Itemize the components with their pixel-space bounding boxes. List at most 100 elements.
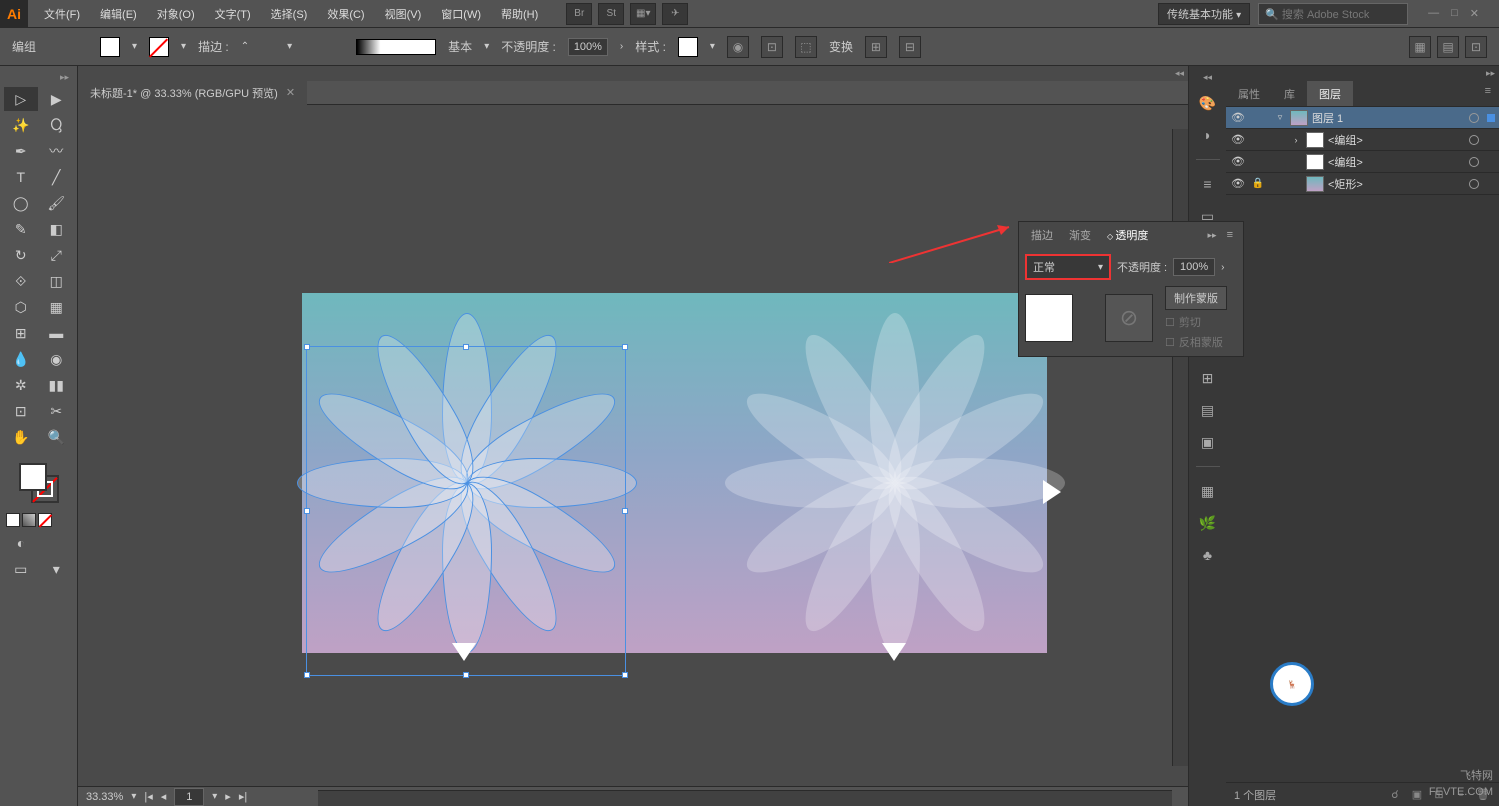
nav-last-icon[interactable]: ▸|: [239, 790, 247, 803]
panel-collapse-icon[interactable]: ▸▸: [1204, 230, 1221, 241]
horizontal-scrollbar[interactable]: [318, 790, 1172, 806]
shaper-tool[interactable]: ✎: [4, 217, 38, 241]
zoom-value[interactable]: 33.33%: [86, 791, 123, 803]
fill-stroke-selector[interactable]: [19, 463, 59, 503]
align-icon[interactable]: ⊡: [761, 36, 783, 58]
style-swatch[interactable]: [678, 37, 698, 57]
scale-tool[interactable]: ⤢: [40, 243, 74, 267]
menu-file[interactable]: 文件(F): [36, 2, 88, 26]
ungroup-icon[interactable]: ⊟: [899, 36, 921, 58]
pathfinder-icon[interactable]: ▣: [1196, 430, 1220, 454]
menu-effect[interactable]: 效果(C): [319, 2, 372, 26]
close-icon[interactable]: ✕: [1470, 7, 1479, 20]
fill-mode-icon[interactable]: [6, 513, 20, 527]
menu-object[interactable]: 对象(O): [149, 2, 203, 26]
mask-icon[interactable]: ▣: [1409, 787, 1425, 803]
curvature-tool[interactable]: 〰: [40, 139, 74, 163]
nav-next-icon[interactable]: ▸: [225, 790, 231, 803]
magic-wand-tool[interactable]: ✨: [4, 113, 38, 137]
transform-panel-icon[interactable]: ▤: [1196, 398, 1220, 422]
recolor-icon[interactable]: ◉: [727, 36, 749, 58]
expand-icon[interactable]: ▿: [1274, 112, 1286, 123]
minimize-icon[interactable]: —: [1428, 7, 1439, 20]
artboard-tool[interactable]: ⊡: [4, 399, 38, 423]
swatches-icon[interactable]: ◗: [1196, 123, 1220, 147]
opacity-preview[interactable]: [1025, 294, 1073, 342]
brushes-panel-icon[interactable]: ▦: [1196, 479, 1220, 503]
bridge-icon[interactable]: Br: [566, 3, 592, 25]
nav-first-icon[interactable]: |◂: [144, 790, 152, 803]
make-mask-button[interactable]: 制作蒙版: [1165, 286, 1227, 310]
draw-mode-icon[interactable]: ◐: [4, 531, 38, 555]
canvas-view[interactable]: [78, 105, 1188, 786]
search-stock[interactable]: 🔍 搜索 Adobe Stock: [1258, 3, 1408, 25]
shape-icon[interactable]: ⬚: [795, 36, 817, 58]
symbols-panel-icon[interactable]: 🌿: [1196, 511, 1220, 535]
perspective-tool[interactable]: ▦: [40, 295, 74, 319]
mesh-tool[interactable]: ⊞: [4, 321, 38, 345]
align-panel-icon[interactable]: ⊞: [1196, 366, 1220, 390]
panel-tab-transparency[interactable]: 透明度: [1099, 223, 1156, 247]
layer-row[interactable]: 👁 ▿ 图层 1: [1226, 107, 1499, 129]
hand-tool[interactable]: ✋: [4, 425, 38, 449]
gradient-mode-icon[interactable]: [22, 513, 36, 527]
rectangle-tool[interactable]: ◯: [4, 191, 38, 215]
layer-name[interactable]: 图层 1: [1312, 110, 1465, 126]
target-icon[interactable]: [1469, 179, 1479, 189]
menu-select[interactable]: 选择(S): [263, 2, 316, 26]
slice-tool[interactable]: ✂: [40, 399, 74, 423]
opacity-dropdown-icon[interactable]: ›: [620, 41, 623, 52]
layer-row[interactable]: 👁›<编组>: [1226, 129, 1499, 151]
grid-icon[interactable]: ▦: [1409, 36, 1431, 58]
free-transform-tool[interactable]: ◫: [40, 269, 74, 293]
color-panel-icon[interactable]: 🎨: [1196, 91, 1220, 115]
direct-selection-tool[interactable]: ▶: [40, 87, 74, 111]
visibility-icon[interactable]: 👁: [1230, 177, 1246, 190]
selection-tool[interactable]: ▷: [4, 87, 38, 111]
layer-name[interactable]: <矩形>: [1328, 176, 1465, 192]
fill-swatch[interactable]: [100, 37, 120, 57]
tab-close-icon[interactable]: ✕: [286, 86, 295, 99]
lasso-tool[interactable]: Ⴓ: [40, 113, 74, 137]
invert-checkbox[interactable]: ☐反相蒙版: [1165, 334, 1227, 350]
layer-row[interactable]: 👁 <编组>: [1226, 151, 1499, 173]
width-tool[interactable]: ⟐: [4, 269, 38, 293]
panel-menu-icon[interactable]: ≡: [1221, 229, 1239, 241]
none-mode-icon[interactable]: [38, 513, 52, 527]
stroke-profile[interactable]: [356, 39, 436, 55]
screen-mode-icon[interactable]: ▭: [4, 557, 38, 581]
mask-preview[interactable]: ⊘: [1105, 294, 1153, 342]
screen-mode-dropdown[interactable]: ▾: [40, 557, 74, 581]
graph-tool[interactable]: ▮▮: [40, 373, 74, 397]
stroke-swatch[interactable]: [149, 37, 169, 57]
visibility-icon[interactable]: 👁: [1230, 111, 1246, 124]
layer-name[interactable]: <编组>: [1328, 154, 1465, 170]
menu-text[interactable]: 文字(T): [207, 2, 259, 26]
isolate-icon[interactable]: ⊞: [865, 36, 887, 58]
visibility-icon[interactable]: 👁: [1230, 133, 1246, 146]
layer-row[interactable]: 👁 🔒 <矩形>: [1226, 173, 1499, 195]
maximize-icon[interactable]: □: [1451, 7, 1458, 20]
list-icon[interactable]: ▤: [1437, 36, 1459, 58]
menu-help[interactable]: 帮助(H): [493, 2, 546, 26]
panel-opacity-input[interactable]: [1173, 258, 1215, 276]
stroke-panel-icon[interactable]: ≡: [1196, 172, 1220, 196]
clip-checkbox[interactable]: ☐剪切: [1165, 314, 1227, 330]
transform-label[interactable]: 变换: [829, 38, 853, 55]
document-tab[interactable]: 未标题-1* @ 33.33% (RGB/GPU 预览) ✕: [78, 81, 307, 105]
menu-window[interactable]: 窗口(W): [433, 2, 489, 26]
expand-icon[interactable]: ›: [1290, 135, 1302, 145]
eyedropper-tool[interactable]: 💧: [4, 347, 38, 371]
menu-view[interactable]: 视图(V): [377, 2, 430, 26]
line-tool[interactable]: ╱: [40, 165, 74, 189]
blend-mode-select[interactable]: 正常▾: [1025, 254, 1111, 280]
fill-dropdown-icon[interactable]: ▾: [132, 41, 137, 52]
panel-menu-icon[interactable]: ≡: [1477, 81, 1499, 106]
visibility-icon[interactable]: 👁: [1230, 155, 1246, 168]
target-icon[interactable]: [1469, 157, 1479, 167]
stock-icon[interactable]: St: [598, 3, 624, 25]
nav-prev-icon[interactable]: ◂: [161, 790, 167, 803]
lock-icon[interactable]: 🔒: [1250, 178, 1266, 189]
shape-builder-tool[interactable]: ⬡: [4, 295, 38, 319]
target-icon[interactable]: [1469, 113, 1479, 123]
